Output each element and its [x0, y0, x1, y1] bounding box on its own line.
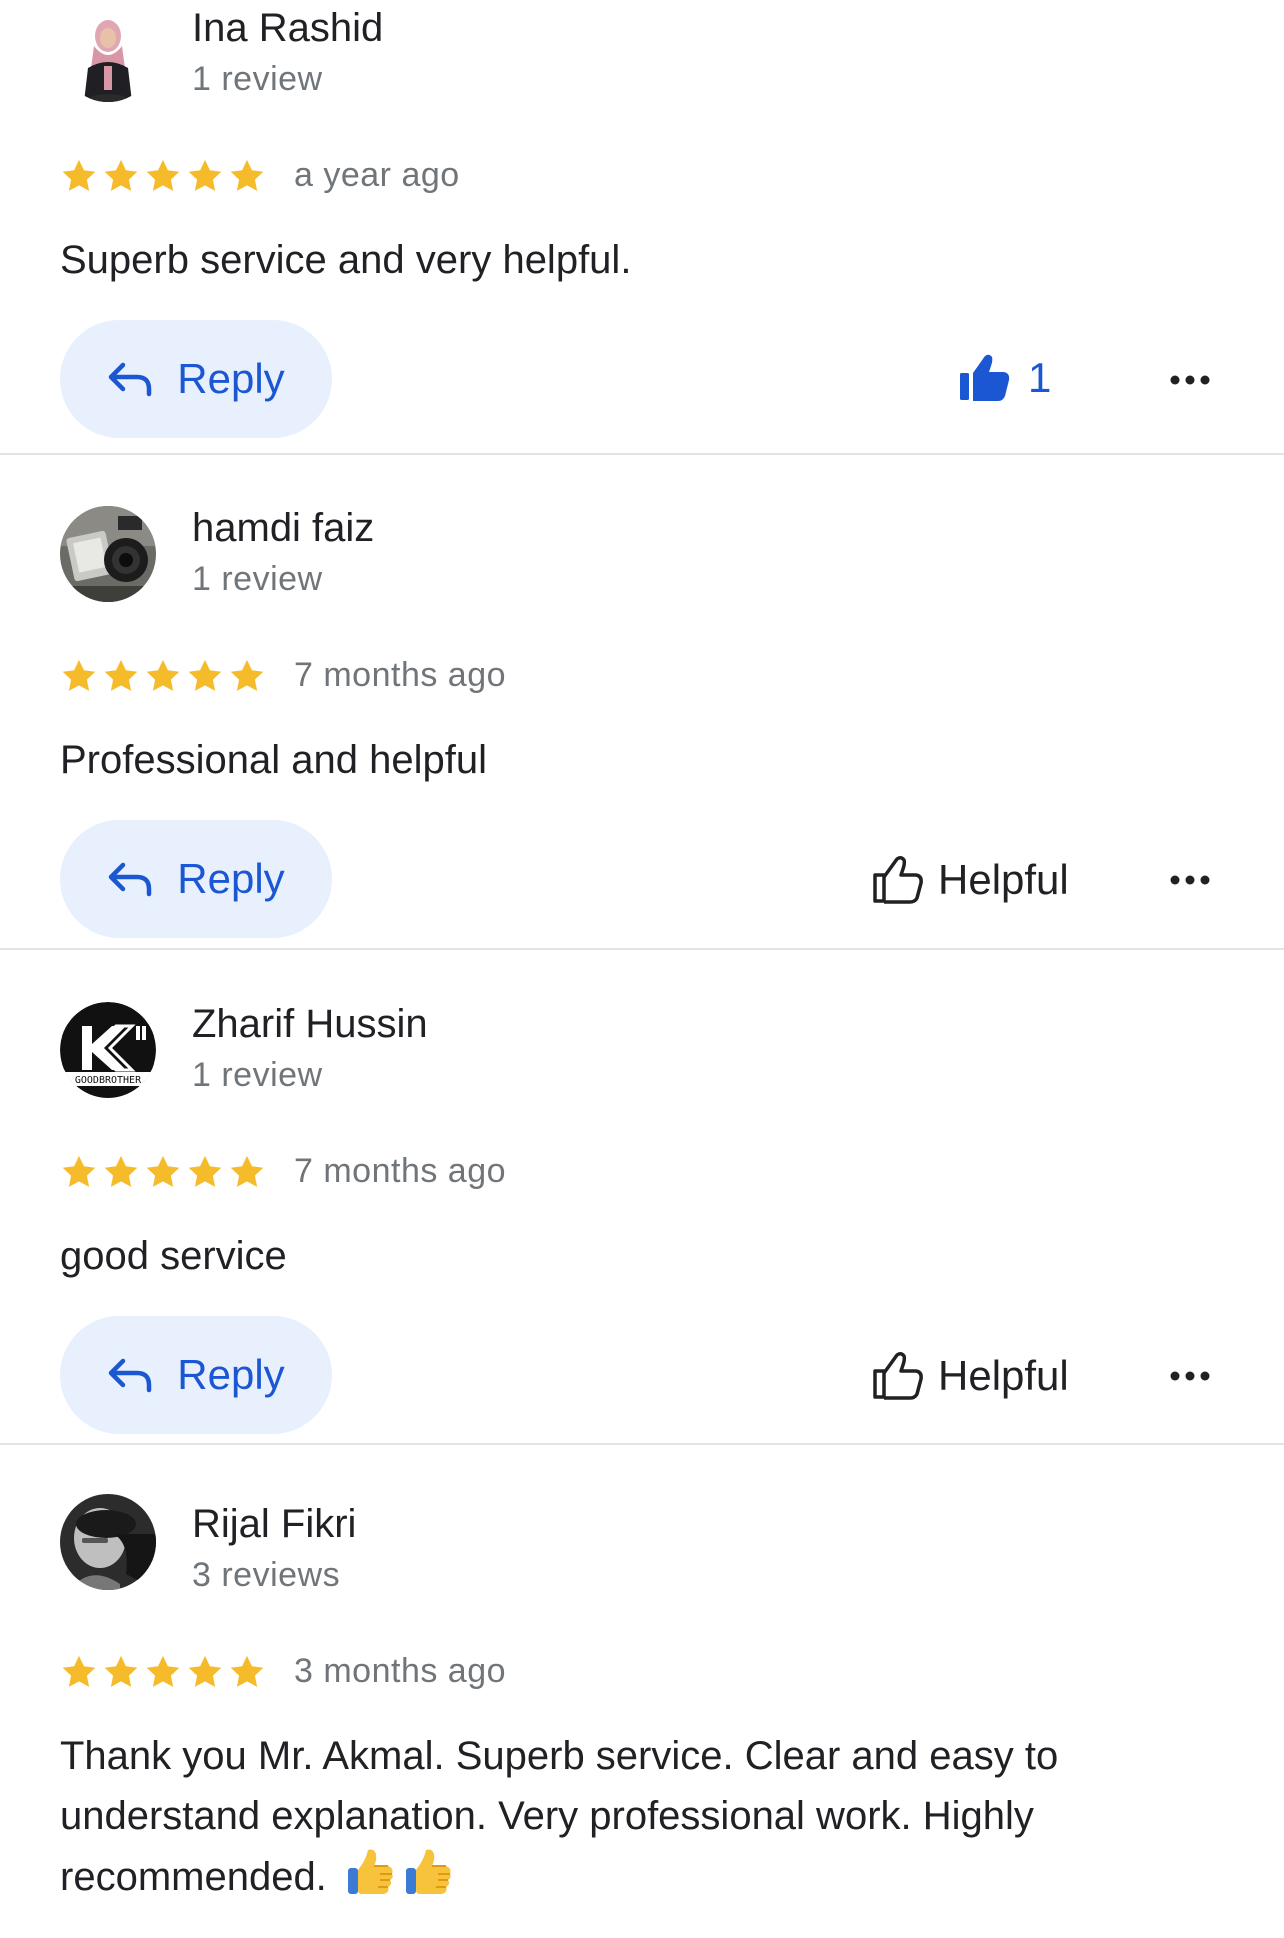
like-count: 1 [1028, 354, 1052, 401]
helpful-button[interactable]: Helpful [872, 850, 1069, 910]
star-icon [104, 1655, 138, 1687]
more-icon [1170, 1371, 1210, 1381]
author-name[interactable]: hamdi faiz [192, 506, 374, 551]
more-icon [1170, 375, 1210, 385]
star-rating [60, 1152, 266, 1196]
star-icon [230, 1155, 264, 1187]
reply-button[interactable]: Reply [60, 320, 332, 438]
review-card: Ina Rashid 1 review a year ago Superb se… [0, 0, 1284, 495]
divider [0, 948, 1284, 950]
avatar-logo-text: GOODBROTHER [75, 1075, 142, 1086]
divider [0, 1443, 1284, 1445]
reply-label: Reply [177, 1351, 285, 1398]
review-time: 7 months ago [294, 656, 507, 694]
avatar[interactable]: GOODBROTHER [60, 1002, 156, 1098]
camera-photo-icon [60, 506, 156, 602]
star-icon [104, 659, 138, 691]
avatar[interactable] [60, 1494, 156, 1590]
author-name[interactable]: Ina Rashid [192, 6, 383, 51]
review-text: good service [60, 1234, 287, 1278]
star-icon [104, 159, 138, 191]
star-rating [60, 656, 266, 700]
reply-button[interactable]: Reply [60, 1316, 332, 1434]
thumbs-up-emoji-icon [402, 1846, 454, 1915]
more-options-button[interactable] [1160, 360, 1220, 400]
helpful-label: Helpful [938, 1352, 1069, 1399]
review-card: GOODBROTHER Zharif Hussin 1 review 7 mon… [0, 992, 1284, 1487]
star-icon [188, 659, 222, 691]
star-icon [62, 1655, 96, 1687]
thumbs-up-filled-icon [960, 354, 1010, 401]
author-review-count: 1 review [192, 60, 323, 98]
star-rating [60, 156, 266, 200]
star-icon [230, 159, 264, 191]
helpful-label: Helpful [938, 856, 1069, 903]
review-text: Thank you Mr. Akmal. Superb service. Cle… [60, 1726, 1190, 1915]
star-icon [188, 1155, 222, 1187]
helpful-button[interactable]: Helpful [872, 1346, 1069, 1406]
review-time: 3 months ago [294, 1652, 507, 1690]
star-icon [188, 159, 222, 191]
star-icon [62, 159, 96, 191]
author-review-count: 1 review [192, 1056, 323, 1094]
review-card: Rijal Fikri 3 reviews 3 months ago Thank… [0, 1488, 1284, 1938]
star-icon [62, 659, 96, 691]
star-icon [146, 659, 180, 691]
author-review-count: 1 review [192, 560, 323, 598]
thumbs-up-outline-icon [873, 1351, 923, 1400]
divider [0, 453, 1284, 455]
person-photo-icon [60, 1494, 156, 1590]
review-text: Professional and helpful [60, 738, 487, 782]
logo-k-icon: GOODBROTHER [60, 1002, 156, 1098]
star-icon [146, 159, 180, 191]
review-text: Superb service and very helpful. [60, 238, 632, 282]
reply-arrow-icon [109, 362, 152, 397]
star-icon [146, 1655, 180, 1687]
avatar[interactable] [60, 6, 156, 102]
reply-button[interactable]: Reply [60, 820, 332, 938]
author-review-count: 3 reviews [192, 1556, 341, 1594]
author-name[interactable]: Zharif Hussin [192, 1002, 428, 1047]
thumbs-up-emoji-icon [344, 1846, 396, 1915]
review-time: 7 months ago [294, 1152, 507, 1190]
review-text-content: Thank you Mr. Akmal. Superb service. Cle… [60, 1734, 1059, 1899]
helpful-button-liked[interactable]: 1 [958, 348, 1051, 408]
star-icon [104, 1155, 138, 1187]
more-icon [1170, 875, 1210, 885]
reply-arrow-icon [109, 862, 152, 897]
star-icon [62, 1155, 96, 1187]
more-options-button[interactable] [1160, 1356, 1220, 1396]
star-rating [60, 1652, 266, 1696]
reply-label: Reply [177, 855, 285, 902]
author-name[interactable]: Rijal Fikri [192, 1502, 356, 1547]
person-photo-icon [60, 6, 156, 102]
reply-arrow-icon [109, 1358, 152, 1393]
reply-label: Reply [177, 355, 285, 402]
thumbs-up-outline-icon [873, 855, 923, 904]
more-options-button[interactable] [1160, 860, 1220, 900]
review-card: hamdi faiz 1 review 7 months ago Profess… [0, 496, 1284, 991]
review-time: a year ago [294, 156, 460, 194]
star-icon [146, 1155, 180, 1187]
star-icon [188, 1655, 222, 1687]
star-icon [230, 659, 264, 691]
star-icon [230, 1655, 264, 1687]
avatar[interactable] [60, 506, 156, 602]
